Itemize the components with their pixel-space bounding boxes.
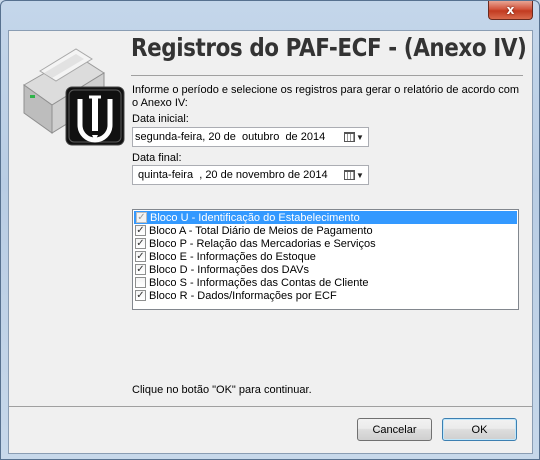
list-item-label: Bloco E - Informações do Estoque: [149, 250, 316, 263]
list-item[interactable]: Bloco S - Informações das Contas de Clie…: [133, 276, 518, 289]
checkbox[interactable]: ✓: [135, 264, 146, 275]
list-item[interactable]: ✓ Bloco U - Identificação do Estabelecim…: [134, 211, 517, 224]
title-divider: [131, 75, 523, 76]
checkbox[interactable]: ✓: [135, 238, 146, 249]
checkbox[interactable]: ✓: [136, 212, 147, 223]
checkbox[interactable]: ✓: [135, 290, 146, 301]
calendar-icon: [344, 170, 355, 180]
end-date-label: Data final:: [132, 152, 182, 164]
ok-button[interactable]: OK: [442, 418, 517, 441]
list-item[interactable]: ✓ Bloco P - Relação das Mercadorias e Se…: [133, 237, 518, 250]
start-date-dropdown[interactable]: ▼: [344, 129, 368, 145]
instructions-text: Informe o período e selecione os registr…: [132, 84, 520, 109]
footer-hint: Clique no botão "OK" para continuar.: [132, 384, 312, 396]
chevron-down-icon: ▼: [356, 132, 364, 142]
dialog-title: Registros do PAF-ECF - (Anexo IV): [131, 33, 527, 62]
checkbox[interactable]: ✓: [135, 251, 146, 262]
list-item[interactable]: ✓ Bloco R - Dados/Informações por ECF: [133, 289, 518, 302]
end-date-dropdown[interactable]: ▼: [344, 167, 368, 183]
list-item[interactable]: ✓ Bloco A - Total Diário de Meios de Pag…: [133, 224, 518, 237]
checkbox[interactable]: ✓: [135, 225, 146, 236]
printer-logo-icon: [23, 48, 125, 146]
end-date-picker[interactable]: quinta-feira , 20 de novembro de 2014 ▼: [132, 165, 369, 185]
cancel-button[interactable]: Cancelar: [357, 418, 432, 441]
calendar-icon: [344, 132, 355, 142]
list-item[interactable]: ✓ Bloco D - Informações dos DAVs: [133, 263, 518, 276]
start-date-picker[interactable]: segunda-feira, 20 de outubro de 2014 ▼: [132, 127, 369, 147]
start-date-label: Data inicial:: [132, 113, 189, 125]
start-date-value: segunda-feira, 20 de outubro de 2014: [135, 131, 326, 143]
list-item-label: Bloco U - Identificação do Estabelecimen…: [150, 211, 360, 224]
chevron-down-icon: ▼: [356, 170, 364, 180]
title-bar[interactable]: x: [1, 1, 539, 23]
registers-checklist[interactable]: ✓ Bloco U - Identificação do Estabelecim…: [132, 209, 519, 310]
list-item[interactable]: ✓ Bloco E - Informações do Estoque: [133, 250, 518, 263]
close-icon: x: [506, 3, 515, 17]
list-item-label: Bloco D - Informações dos DAVs: [149, 263, 309, 276]
end-date-value: quinta-feira , 20 de novembro de 2014: [135, 169, 328, 181]
checkbox[interactable]: [135, 277, 146, 288]
close-button[interactable]: x: [488, 1, 533, 20]
list-item-label: Bloco P - Relação das Mercadorias e Serv…: [149, 237, 376, 250]
dialog-window: x Registros do PAF-ECF - (Anexo IV) Info…: [0, 0, 540, 460]
list-item-label: Bloco A - Total Diário de Meios de Pagam…: [149, 224, 373, 237]
list-item-label: Bloco R - Dados/Informações por ECF: [149, 289, 337, 302]
list-item-label: Bloco S - Informações das Contas de Clie…: [149, 276, 369, 289]
footer-divider: [9, 406, 532, 407]
dialog-client-area: Registros do PAF-ECF - (Anexo IV) Inform…: [8, 30, 533, 454]
